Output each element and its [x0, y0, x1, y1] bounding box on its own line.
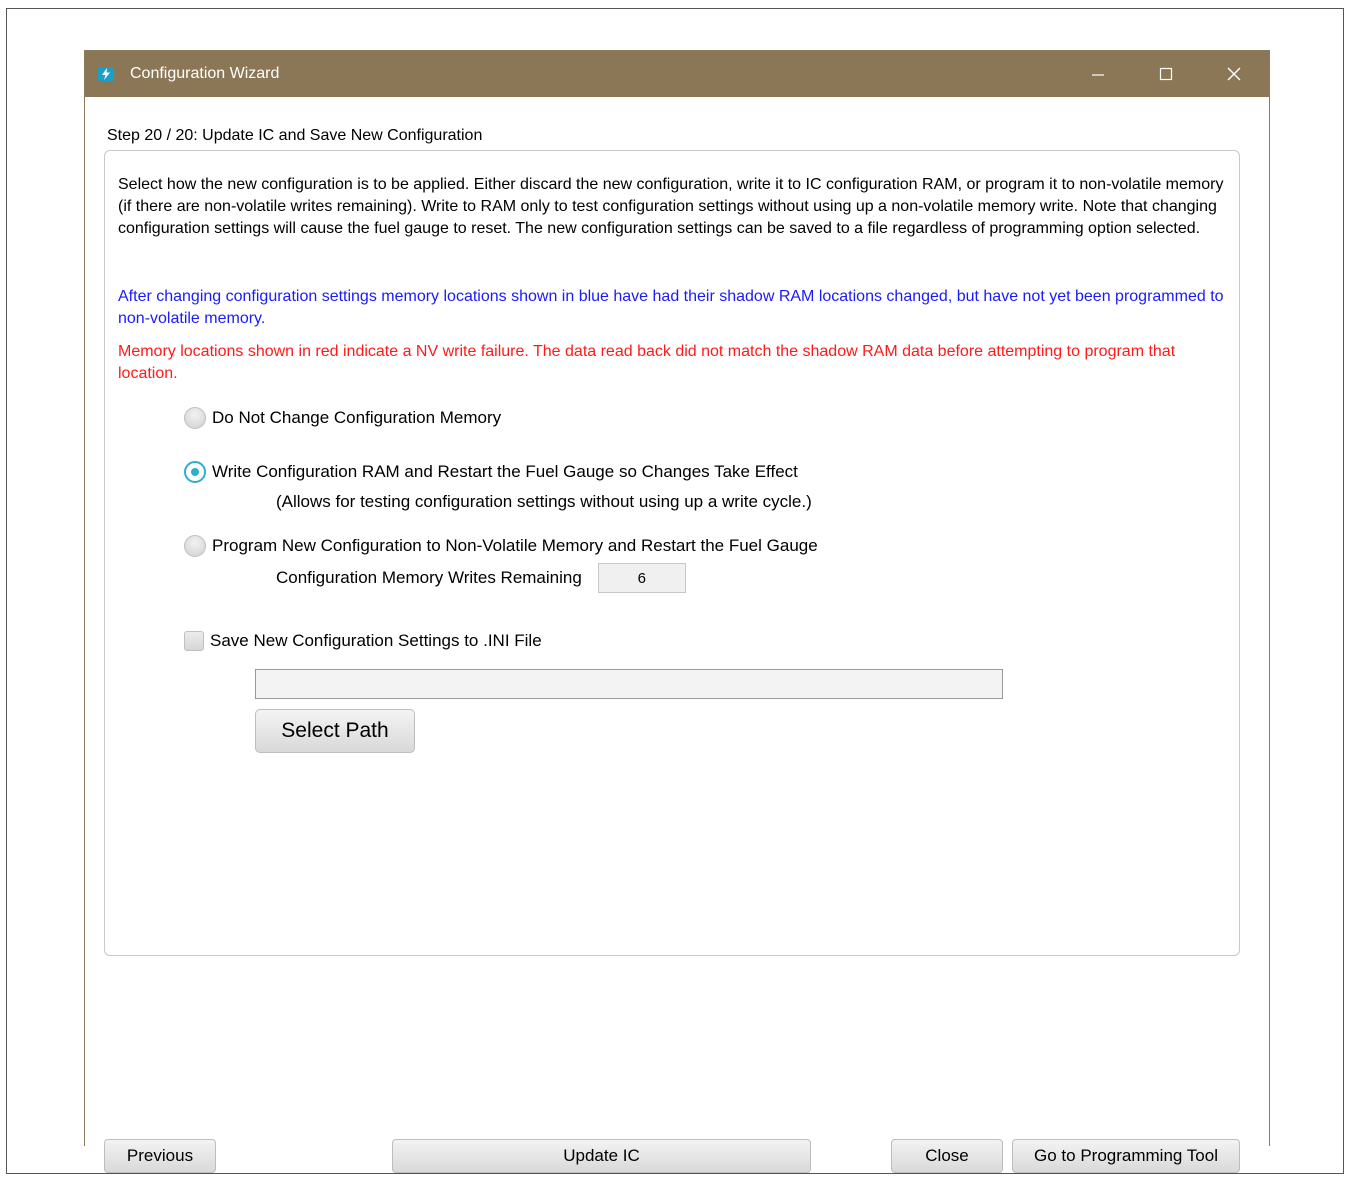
writes-remaining-row: Configuration Memory Writes Remaining 6: [276, 563, 686, 593]
maximize-icon: [1159, 67, 1173, 81]
previous-button[interactable]: Previous: [104, 1139, 216, 1173]
minimize-icon: [1092, 74, 1104, 76]
save-ini-checkbox[interactable]: [184, 631, 204, 651]
write-ram-note: (Allows for testing configuration settin…: [276, 492, 812, 511]
radio-write-ram[interactable]: [184, 461, 206, 483]
save-ini-label: Save New Configuration Settings to .INI …: [210, 631, 542, 650]
close-window-button[interactable]: [1211, 51, 1257, 97]
step-label: Step 20 / 20: Update IC and Save New Con…: [107, 127, 483, 144]
option-program-nv[interactable]: Program New Configuration to Non-Volatil…: [184, 535, 818, 557]
radio-program-nv[interactable]: [184, 535, 206, 557]
radio-do-not-change[interactable]: [184, 407, 206, 429]
save-ini-option[interactable]: Save New Configuration Settings to .INI …: [184, 631, 542, 651]
title-bar[interactable]: Configuration Wizard: [85, 51, 1269, 97]
app-bolt-icon: [98, 67, 114, 81]
window-title: Configuration Wizard: [130, 65, 280, 82]
go-to-programming-tool-button[interactable]: Go to Programming Tool: [1012, 1139, 1240, 1173]
minimize-button[interactable]: [1075, 51, 1121, 97]
red-memory-note: Memory locations shown in red indicate a…: [118, 343, 1176, 382]
option-do-not-change-label: Do Not Change Configuration Memory: [212, 408, 502, 427]
close-icon: [1227, 67, 1241, 81]
ini-path-field[interactable]: [255, 669, 1003, 699]
option-write-ram[interactable]: Write Configuration RAM and Restart the …: [184, 461, 798, 483]
option-do-not-change[interactable]: Do Not Change Configuration Memory: [184, 407, 501, 429]
option-program-nv-label: Program New Configuration to Non-Volatil…: [212, 536, 818, 555]
configuration-wizard-window: Configuration Wizard Step 20 / 20: Updat…: [84, 50, 1270, 1173]
maximize-button[interactable]: [1143, 51, 1189, 97]
update-ic-button[interactable]: Update IC: [392, 1139, 811, 1173]
blue-memory-note: After changing configuration settings me…: [118, 288, 1224, 327]
wizard-content: Step 20 / 20: Update IC and Save New Con…: [85, 97, 1269, 1173]
options-panel: Select how the new configuration is to b…: [104, 150, 1240, 956]
writes-remaining-label: Configuration Memory Writes Remaining: [276, 568, 582, 587]
close-button[interactable]: Close: [891, 1139, 1003, 1173]
select-path-button[interactable]: Select Path: [255, 709, 415, 753]
writes-remaining-value: 6: [597, 563, 686, 593]
option-write-ram-label: Write Configuration RAM and Restart the …: [212, 462, 798, 481]
description-text: Select how the new configuration is to b…: [118, 176, 1224, 237]
